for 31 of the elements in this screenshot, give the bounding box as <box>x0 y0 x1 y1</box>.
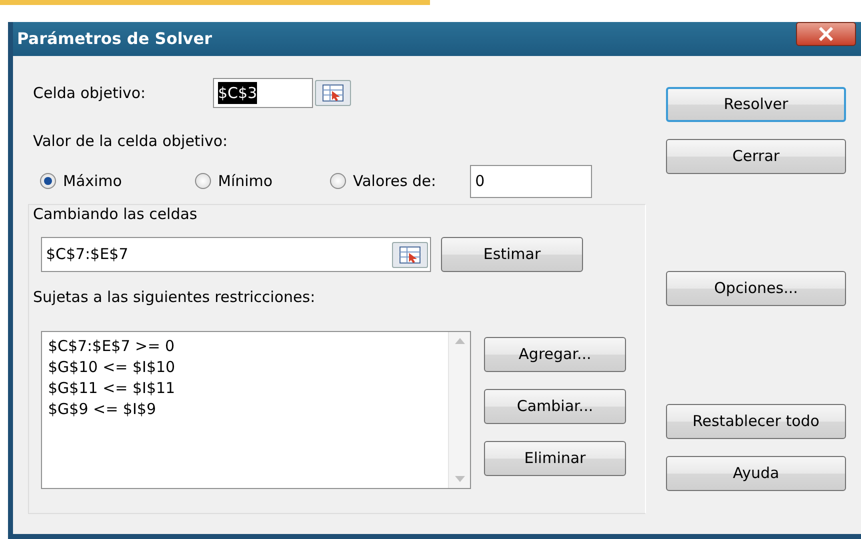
range-picker-button[interactable] <box>392 242 428 268</box>
close-icon <box>818 27 834 41</box>
radio-option[interactable]: Mínimo <box>195 170 330 192</box>
window-title: Parámetros de Solver <box>17 28 212 50</box>
radio-option[interactable]: Valores de: <box>330 170 436 192</box>
field-label: Celda objetivo: <box>33 82 147 104</box>
help-button[interactable]: Ayuda <box>666 456 846 491</box>
group-title: Sujetas a las siguientes restricciones: <box>33 287 316 308</box>
changing-cells-field[interactable]: $C$7:$E$7 <box>41 237 431 272</box>
section-label: Valor de la celda objetivo: <box>33 131 229 152</box>
value-field[interactable]: 0 <box>470 164 592 198</box>
options-button[interactable]: Opciones... <box>666 271 846 306</box>
close-button[interactable] <box>796 22 856 46</box>
constraint-item[interactable]: $C$7:$E$7 >= 0 <box>48 336 442 356</box>
close-dialog-button[interactable]: Cerrar <box>666 139 846 174</box>
solve-button[interactable]: Resolver <box>666 87 846 122</box>
range-picker-icon <box>399 246 421 264</box>
constraint-item[interactable]: $G$10 <= $I$10 <box>48 356 442 378</box>
group-title: Cambiando las celdas <box>33 204 198 224</box>
constraint-item[interactable]: $G$11 <= $I$11 <box>48 378 442 398</box>
constraint-item[interactable]: $G$9 <= $I$9 <box>48 398 442 420</box>
constraints-list[interactable]: $C$7:$E$7 >= 0 $G$10 <= $I$10 $G$11 <= $I$11 $G$9 <= $I$9 <box>41 330 471 488</box>
range-picker-icon <box>322 84 344 102</box>
estimate-button[interactable]: Estimar <box>441 237 583 272</box>
range-picker-button[interactable] <box>315 80 351 106</box>
change-button[interactable]: Cambiar... <box>484 388 626 424</box>
target-cell-field[interactable]: $C$3 <box>213 78 313 108</box>
reset-button[interactable]: Restablecer todo <box>666 404 846 439</box>
delete-button[interactable]: Eliminar <box>484 440 626 476</box>
radio-option[interactable]: Máximo <box>40 170 195 192</box>
add-button[interactable]: Agregar... <box>484 336 626 372</box>
